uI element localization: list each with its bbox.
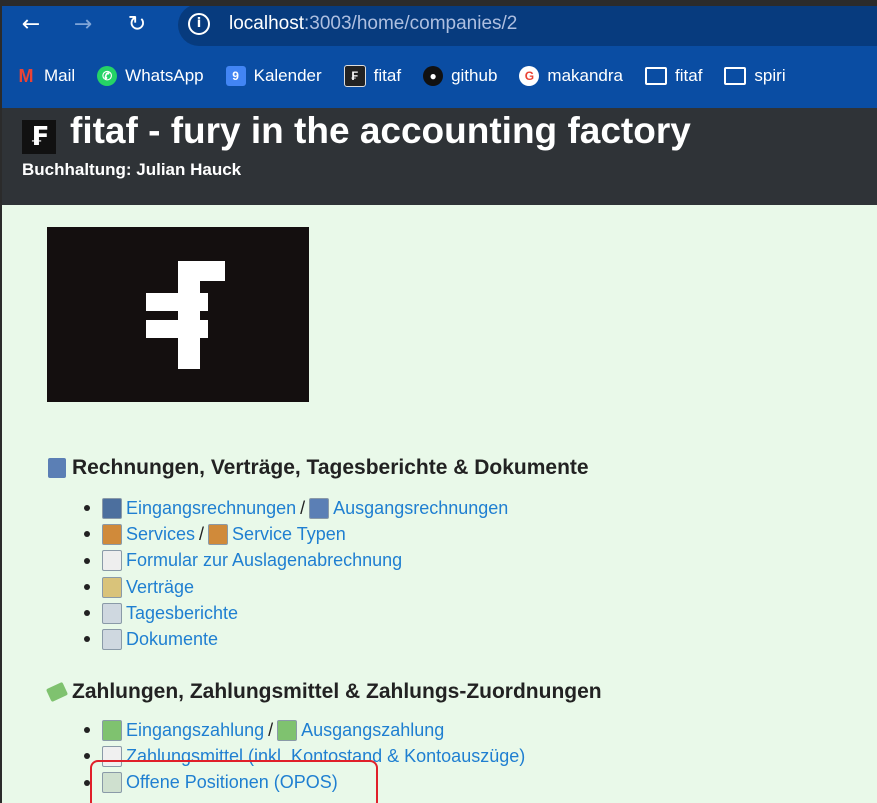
bookmark-5[interactable]: Gmakandra [519,66,623,86]
fitaf-icon: ₣ [343,65,366,87]
service-types-icon [208,523,229,545]
menu-link[interactable]: Services [126,524,195,545]
services-icon [102,523,122,545]
bookmark-label: fitaf [675,66,703,85]
page-title: fitaf - fury in the accounting factory [70,110,691,151]
menu-link[interactable]: Eingangsrechnungen [126,498,296,519]
browser-window: ← → ↻ i localhost:3003/home/companies/2 … [2,6,877,803]
menu-link[interactable]: Formular zur Auslagenabrechnung [126,550,402,571]
section-title: Zahlungen, Zahlungsmittel & Zahlungs-Zuo… [72,680,602,703]
invoice-in-icon [102,497,122,519]
reload-icon[interactable]: ↻ [122,10,152,40]
fitaf-logo-image [47,227,309,402]
bookmark-6[interactable]: fitaf [645,66,702,86]
whatsapp-icon: ✆ [97,66,118,86]
back-icon[interactable]: ← [16,10,46,40]
google-icon: G [519,66,540,86]
bookmark-label: spiri [754,66,786,85]
link-separator: / [268,719,274,740]
menu-link[interactable]: Dokumente [126,629,218,650]
address-bar[interactable]: i localhost:3003/home/companies/2 [178,6,877,46]
bookmark-2[interactable]: 9 Kalender [225,66,322,86]
incoming-payment-icon [102,719,122,741]
bookmark-3[interactable]: ₣ fitaf [343,65,402,87]
list-item: Eingangszahlung / Ausgangszahlung [83,717,525,743]
bookmark-label: makandra [547,66,624,85]
list-item: Dokumente [83,626,508,652]
bookmark-label: WhatsApp [125,66,204,85]
fitaf-logo-icon[interactable]: ₣ [22,120,56,154]
section-heading-payments: Zahlungen, Zahlungsmittel & Zahlungs-Zuo… [45,680,602,704]
list-item: Eingangsrechnungen / Ausgangsrechnungen [83,495,508,521]
list-item: Services / Service Typen [83,521,508,547]
site-info-icon[interactable]: i [188,13,210,35]
github-icon: ● [423,66,444,86]
form-icon [102,550,122,572]
outgoing-payment-icon [277,719,298,741]
documents-menu: Eingangsrechnungen / Ausgangsrechnungen Ser… [83,495,508,653]
list-item: Tagesberichte [83,600,508,626]
calendar-icon: 9 [225,66,246,86]
menu-link[interactable]: Tagesberichte [126,603,238,624]
bookmarks-bar: M Mail ✆ WhatsApp 9 Kalender ₣ fitaf ● github Gmak… [16,64,808,88]
folder-icon [645,67,668,85]
menu-link[interactable]: Ausgangszahlung [301,720,444,741]
bookmark-4[interactable]: ● github [423,66,497,86]
menu-link[interactable]: Verträge [126,577,194,598]
list-item: Formular zur Auslagenabrechnung [83,548,508,574]
bookmark-label: Mail [44,66,76,85]
bookmark-label: fitaf [373,66,402,85]
bookmark-1[interactable]: ✆ WhatsApp [97,66,204,86]
bookmark-label: github [451,66,498,85]
section-title: Rechnungen, Verträge, Tagesberichte & Do… [72,456,589,479]
link-separator: / [199,523,205,544]
highlight-box [90,760,378,803]
menu-link[interactable]: Service Typen [232,524,346,545]
section-heading-documents: Rechnungen, Verträge, Tagesberichte & Do… [48,456,589,480]
forward-icon[interactable]: → [68,10,98,40]
menu-link[interactable]: Ausgangsrechnungen [333,498,508,519]
contract-icon [102,576,122,598]
daily-report-icon [102,602,122,624]
folder-icon [724,67,747,85]
invoice-out-icon [309,497,330,519]
accounting-subtitle: Buchhaltung: Julian Hauck [22,160,242,179]
book-icon [48,458,66,478]
menu-link[interactable]: Eingangszahlung [126,720,264,741]
bookmark-0[interactable]: M Mail [16,66,76,86]
gmail-icon: M [18,66,34,86]
link-separator: / [300,497,306,518]
money-icon [45,681,69,703]
bookmark-label: Kalender [253,66,322,85]
bookmark-7[interactable]: spiri [724,66,786,86]
url-text[interactable]: localhost:3003/home/companies/2 [229,13,517,35]
list-item: Verträge [83,574,508,600]
documents-icon [102,629,122,651]
browser-chrome: ← → ↻ i localhost:3003/home/companies/2 … [2,6,877,108]
app-header: ₣ fitaf - fury in the accounting factory… [2,108,877,205]
